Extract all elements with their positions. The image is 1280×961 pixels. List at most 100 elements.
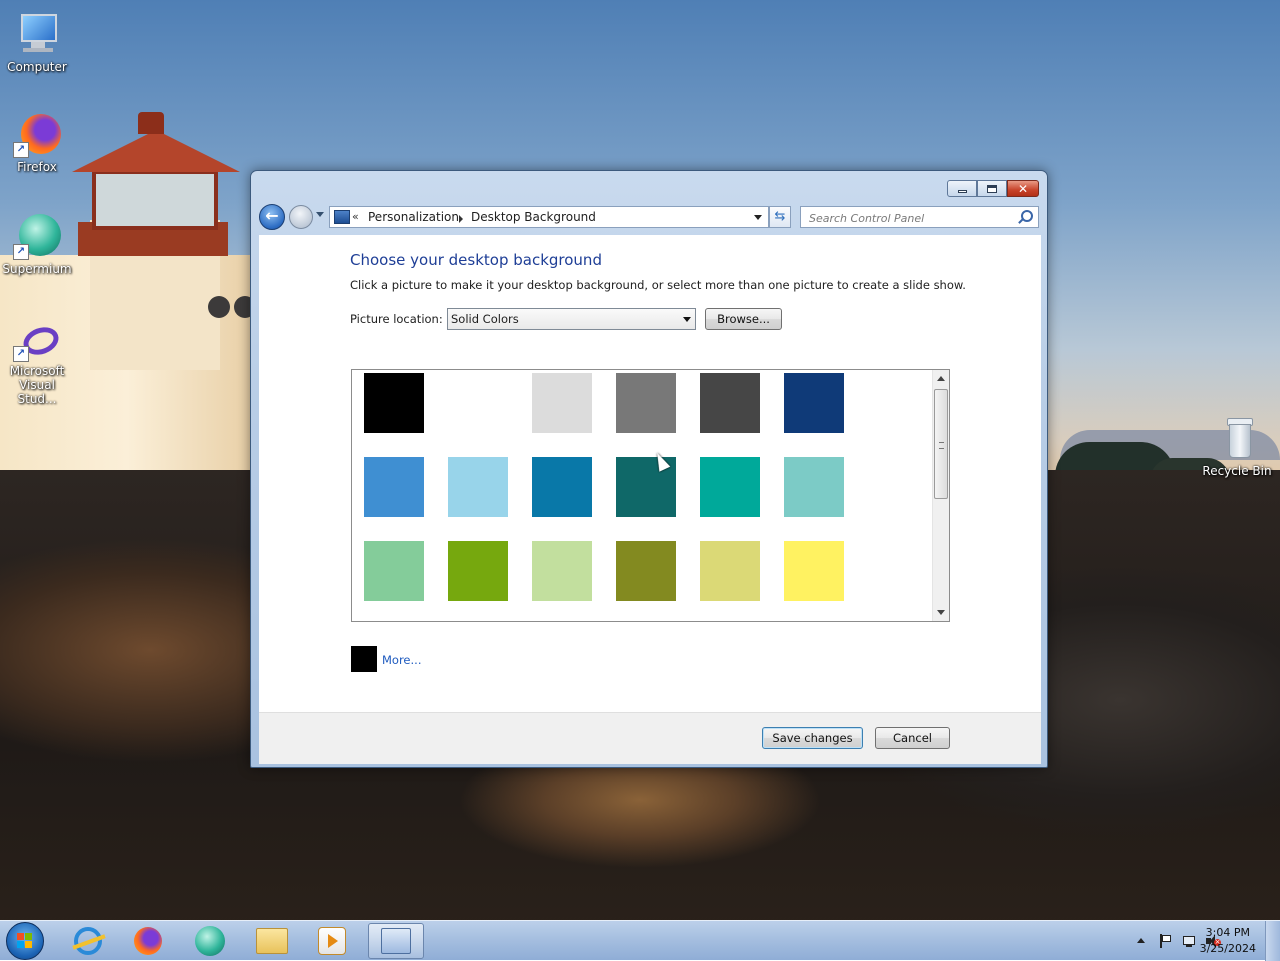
desktop-icon-recycle-bin[interactable]: Recycle Bin <box>1200 414 1274 478</box>
color-swatch[interactable] <box>364 373 424 433</box>
color-swatch[interactable] <box>448 373 508 433</box>
folder-icon <box>256 928 288 954</box>
forward-button[interactable] <box>289 205 313 229</box>
selected-color-preview <box>351 646 377 672</box>
taskbar-file-explorer[interactable] <box>244 923 300 959</box>
breadcrumb-separator-icon[interactable] <box>459 215 463 223</box>
firefox-icon: ↗ <box>13 110 61 158</box>
breadcrumb-desktop-background[interactable]: Desktop Background <box>471 210 596 224</box>
clock-time: 3:04 PM <box>1205 926 1250 939</box>
chevron-down-icon <box>683 317 691 322</box>
minimize-icon <box>957 190 967 193</box>
visual-studio-icon: ↗ <box>13 322 63 362</box>
show-desktop-button[interactable] <box>1265 921 1280 961</box>
network-icon[interactable] <box>1182 934 1196 948</box>
close-button[interactable]: ✕ <box>1007 180 1039 197</box>
arrow-left-icon: ← <box>265 206 279 225</box>
color-swatch[interactable] <box>700 541 760 601</box>
color-swatch[interactable] <box>616 373 676 433</box>
breadcrumb-personalization[interactable]: Personalization <box>368 210 459 224</box>
color-swatch[interactable] <box>532 373 592 433</box>
picture-location-label: Picture location: <box>350 312 443 326</box>
search-box[interactable] <box>800 206 1039 228</box>
caption-buttons: ✕ <box>947 180 1039 197</box>
scroll-down-icon[interactable] <box>937 610 945 615</box>
picture-location-select[interactable]: Solid Colors <box>447 308 696 330</box>
firefox-icon <box>134 927 162 955</box>
control-panel-icon <box>381 928 411 954</box>
desktop-background-window: ✕ ← « Personalization Desktop Background… <box>250 170 1048 768</box>
color-swatch[interactable] <box>700 373 760 433</box>
show-hidden-icons-button[interactable] <box>1134 934 1148 948</box>
taskbar-internet-explorer[interactable] <box>60 923 116 959</box>
page-description: Click a picture to make it your desktop … <box>350 278 966 292</box>
desktop-icon-computer[interactable]: Computer <box>0 10 74 74</box>
lighthouse-porthole <box>208 296 230 318</box>
media-player-icon <box>318 927 346 955</box>
taskbar-control-panel[interactable] <box>368 923 424 959</box>
page-title: Choose your desktop background <box>350 251 602 269</box>
shortcut-arrow-icon: ↗ <box>13 244 29 260</box>
color-swatch[interactable] <box>532 541 592 601</box>
supermium-icon: ↗ <box>13 212 61 260</box>
color-swatch[interactable] <box>448 457 508 517</box>
more-colors-link[interactable]: More... <box>382 653 421 667</box>
cancel-button[interactable]: Cancel <box>875 727 950 749</box>
clock-date: 3/25/2024 <box>1199 942 1256 955</box>
recycle-bin-icon <box>1213 414 1261 462</box>
save-changes-button[interactable]: Save changes <box>762 727 863 749</box>
desktop-icon-label: Firefox <box>17 160 57 174</box>
lighthouse-roof <box>72 130 240 172</box>
windows-logo-icon <box>17 933 33 949</box>
taskbar-media-player[interactable] <box>304 923 360 959</box>
desktop-icon-label: Recycle Bin <box>1202 464 1272 478</box>
shortcut-arrow-icon: ↗ <box>13 346 29 362</box>
start-button[interactable] <box>6 922 44 960</box>
search-icon[interactable] <box>1021 210 1033 222</box>
desktop-icon-firefox[interactable]: ↗ Firefox <box>0 110 74 174</box>
desktop-icon-label: Computer <box>7 60 67 74</box>
maximize-icon <box>987 184 997 193</box>
color-swatch-grid <box>351 369 950 622</box>
vertical-scrollbar[interactable] <box>932 370 949 621</box>
address-dropdown-arrow-icon[interactable] <box>754 215 762 220</box>
content-pane: Choose your desktop background Click a p… <box>259 235 1041 712</box>
internet-explorer-icon <box>72 927 106 955</box>
action-center-flag-icon[interactable] <box>1158 934 1172 948</box>
address-overflow-chevron[interactable]: « <box>352 210 359 223</box>
taskbar-firefox[interactable] <box>120 923 176 959</box>
desktop: Computer ↗ Firefox ↗ Supermium ↗ Microso… <box>0 0 1280 920</box>
color-swatch[interactable] <box>364 457 424 517</box>
window-footer: Save changes Cancel <box>259 712 1041 764</box>
color-swatch[interactable] <box>448 541 508 601</box>
back-button[interactable]: ← <box>259 204 285 230</box>
computer-icon <box>13 10 61 58</box>
color-swatch[interactable] <box>784 457 844 517</box>
grip-icon <box>939 442 944 449</box>
supermium-icon <box>195 926 225 956</box>
system-clock[interactable]: 3:04 PM 3/25/2024 <box>1200 925 1256 957</box>
lighthouse-lantern <box>92 170 218 230</box>
refresh-icon: ⇆ <box>774 209 786 224</box>
address-bar[interactable]: « Personalization Desktop Background <box>329 206 769 228</box>
browse-button[interactable]: Browse... <box>705 308 782 330</box>
minimize-button[interactable] <box>947 180 977 197</box>
recent-pages-dropdown[interactable] <box>316 212 324 217</box>
desktop-icon-supermium[interactable]: ↗ Supermium <box>0 212 74 276</box>
refresh-button[interactable]: ⇆ <box>769 206 791 228</box>
maximize-button[interactable] <box>977 180 1007 197</box>
picture-location-value: Solid Colors <box>451 312 519 326</box>
desktop-icon-visual-studio[interactable]: ↗ Microsoft Visual Stud... <box>0 322 74 406</box>
color-swatch[interactable] <box>784 541 844 601</box>
color-swatch[interactable] <box>364 541 424 601</box>
color-swatch[interactable] <box>532 457 592 517</box>
scroll-thumb[interactable] <box>934 389 948 499</box>
color-swatch[interactable] <box>784 373 844 433</box>
taskbar-supermium[interactable] <box>182 923 238 959</box>
lighthouse-cap <box>138 112 164 134</box>
color-swatch[interactable] <box>616 541 676 601</box>
desktop-icon-label: Supermium <box>2 262 72 276</box>
color-swatch[interactable] <box>700 457 760 517</box>
scroll-up-icon[interactable] <box>937 376 945 381</box>
search-input[interactable] <box>807 208 1011 228</box>
